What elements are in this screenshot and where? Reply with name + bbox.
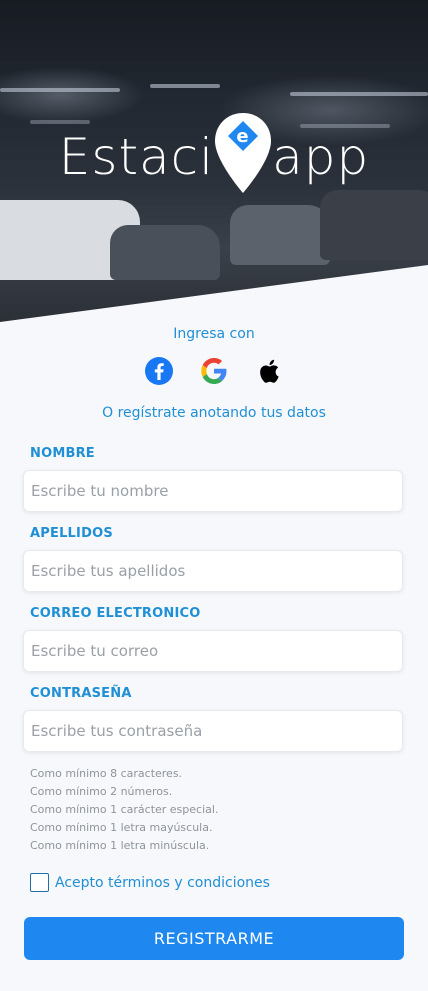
brand-logo: Estaci e app [0,112,428,202]
password-rule: Como mínimo 2 números. [30,785,173,798]
password-rule: Como mínimo 8 caracteres. [30,767,183,780]
pin-letter: e [236,126,249,147]
last-name-input[interactable] [23,550,403,592]
terms-label[interactable]: Acepto términos y condiciones [55,875,270,891]
terms-checkbox[interactable] [30,873,49,892]
terms-row[interactable]: Acepto términos y condiciones [30,873,270,892]
first-name-label: NOMBRE [30,446,95,461]
brand-name-right: app [272,128,370,186]
last-name-label: APELLIDOS [30,526,113,541]
register-note: O regístrate anotando tus datos [102,405,326,421]
social-login-row [0,354,428,388]
apple-login-button[interactable] [253,354,286,387]
password-rules: Como mínimo 8 caracteres. Como mínimo 2 … [30,765,218,855]
password-rule: Como mínimo 1 carácter especial. [30,803,219,816]
password-label: CONTRASEÑA [30,686,132,701]
first-name-input[interactable] [23,470,403,512]
register-button[interactable]: REGISTRARME [24,917,404,960]
apple-icon [260,359,279,383]
facebook-login-button[interactable] [143,354,176,387]
email-input[interactable] [23,630,403,672]
brand-name-left: Estaci [58,128,215,186]
password-input[interactable] [23,710,403,752]
google-login-button[interactable] [198,354,231,387]
password-rule: Como mínimo 1 letra mayúscula. [30,821,213,834]
social-login-title: Ingresa con [173,326,255,342]
location-pin-icon: e [212,111,274,195]
google-icon [201,357,227,384]
email-label: CORREO ELECTRONICO [30,606,201,621]
password-rule: Como mínimo 1 letra minúscula. [30,839,210,852]
facebook-icon [145,356,173,385]
